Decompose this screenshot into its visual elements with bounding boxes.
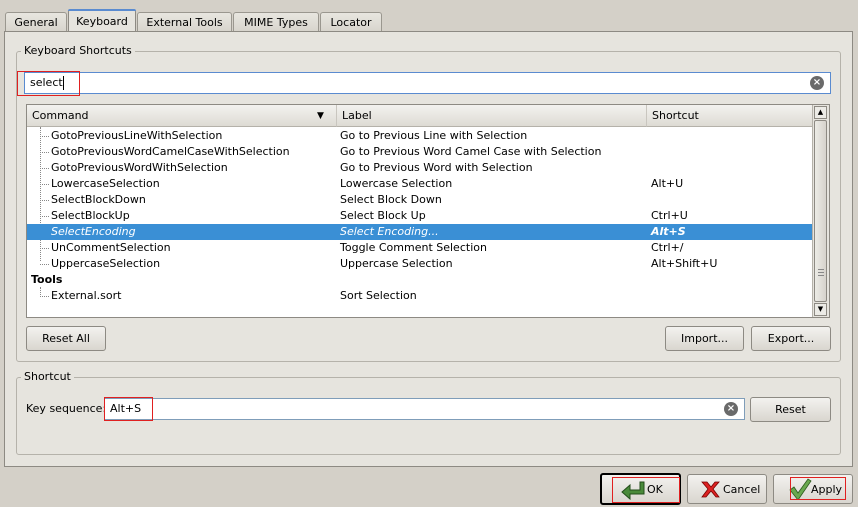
tree-branch (40, 136, 49, 137)
clear-icon[interactable]: × (810, 76, 824, 90)
table-row[interactable]: GotoPreviousLineWithSelection Go to Previ… (27, 128, 814, 144)
row-shortcut: Alt+S (651, 225, 686, 238)
reset-button[interactable]: Reset (750, 397, 831, 422)
row-command: GotoPreviousWordCamelCaseWithSelection (51, 145, 290, 158)
key-sequence-label: Key sequence: (26, 402, 107, 415)
column-header-label-text: Label (342, 109, 372, 122)
import-button[interactable]: Import... (665, 326, 744, 351)
table-row[interactable]: GotoPreviousWordCamelCaseWithSelection Go… (27, 144, 814, 160)
ok-button[interactable]: OK (600, 473, 681, 505)
row-label: Sort Selection (340, 289, 417, 302)
row-command: GotoPreviousWordWithSelection (51, 161, 228, 174)
row-label: Toggle Comment Selection (340, 241, 487, 254)
row-label: Select Block Down (340, 193, 442, 206)
tab-mime-types[interactable]: MIME Types (233, 12, 319, 31)
row-command: UppercaseSelection (51, 257, 161, 270)
row-command: SelectBlockDown (51, 193, 146, 206)
category-label: Tools (31, 273, 63, 286)
row-label: Uppercase Selection (340, 257, 453, 270)
row-label: Go to Previous Line with Selection (340, 129, 528, 142)
row-command: UnCommentSelection (51, 241, 171, 254)
checkmark-icon (789, 478, 812, 500)
apply-button[interactable]: Apply (773, 474, 853, 504)
thumb-grip (818, 272, 824, 273)
row-command: LowercaseSelection (51, 177, 160, 190)
tab-locator-label: Locator (330, 16, 372, 29)
tree-branch (40, 248, 49, 249)
filter-input-value: select (30, 76, 63, 89)
ok-button-label: OK (647, 483, 663, 496)
filter-input[interactable]: select × (24, 72, 831, 94)
tree-branch (40, 264, 49, 265)
chevron-down-icon: ▼ (317, 111, 324, 121)
row-shortcut: Ctrl+/ (651, 241, 684, 254)
apply-button-label: Apply (811, 483, 843, 496)
row-command: External.sort (51, 289, 122, 302)
tree-branch (40, 152, 49, 153)
row-shortcut: Ctrl+U (651, 209, 688, 222)
cancel-button[interactable]: Cancel (687, 474, 767, 504)
key-sequence-value: Alt+S (110, 402, 142, 415)
key-sequence-input[interactable]: Alt+S × (104, 398, 745, 420)
tree-branch (40, 200, 49, 201)
clear-icon[interactable]: × (724, 402, 738, 416)
vertical-scrollbar[interactable]: ▲ ▼ (812, 105, 829, 317)
row-shortcut: Alt+Shift+U (651, 257, 718, 270)
export-button[interactable]: Export... (751, 326, 831, 351)
tree-branch (40, 168, 49, 169)
tree-category-tools[interactable]: Tools (27, 272, 814, 288)
reset-all-button[interactable]: Reset All (26, 326, 106, 351)
row-command: GotoPreviousLineWithSelection (51, 129, 223, 142)
column-header-label[interactable]: Label (337, 105, 647, 127)
row-shortcut: Alt+U (651, 177, 684, 190)
tree-branch (40, 184, 49, 185)
row-label: Go to Previous Word with Selection (340, 161, 533, 174)
column-header-command[interactable]: Command ▼ (27, 105, 337, 127)
table-row[interactable]: UppercaseSelection Uppercase Selection Alt… (27, 256, 814, 272)
column-header-shortcut-text: Shortcut (652, 109, 699, 122)
row-label: Select Block Up (340, 209, 426, 222)
table-row[interactable]: SelectEncoding Select Encoding... Alt+S (27, 224, 814, 240)
row-label: Lowercase Selection (340, 177, 453, 190)
cancel-x-icon (701, 481, 720, 498)
column-header-command-label: Command (32, 109, 89, 122)
scroll-down-icon[interactable]: ▼ (814, 303, 827, 316)
shortcuts-tree[interactable]: Command ▼ Label Shortcut GotoPreviousLin… (26, 104, 830, 318)
keyboard-shortcuts-title: Keyboard Shortcuts (21, 44, 135, 57)
tab-mime-types-label: MIME Types (244, 16, 308, 29)
tab-general-label: General (14, 16, 58, 29)
scroll-up-icon[interactable]: ▲ (814, 106, 827, 119)
tab-external-tools-label: External Tools (146, 16, 223, 29)
table-row[interactable]: SelectBlockUp Select Block Up Ctrl+U (27, 208, 814, 224)
tab-external-tools[interactable]: External Tools (137, 12, 232, 31)
row-label: Go to Previous Word Camel Case with Sele… (340, 145, 602, 158)
row-label: Select Encoding... (340, 225, 439, 238)
tab-keyboard[interactable]: Keyboard (68, 9, 136, 32)
table-row[interactable]: UnCommentSelection Toggle Comment Selecti… (27, 240, 814, 256)
tab-keyboard-label: Keyboard (76, 15, 128, 28)
shortcut-group-title: Shortcut (21, 370, 74, 383)
row-command: SelectEncoding (51, 225, 136, 238)
table-row[interactable]: SelectBlockDown Select Block Down (27, 192, 814, 208)
table-row[interactable]: LowercaseSelection Lowercase Selection Alt… (27, 176, 814, 192)
table-row[interactable]: External.sort Sort Selection (27, 288, 814, 304)
text-cursor (63, 76, 64, 90)
tree-branch (40, 216, 49, 217)
thumb-grip (818, 275, 824, 276)
tree-branch (40, 296, 49, 297)
thumb-grip (818, 269, 824, 270)
row-command: SelectBlockUp (51, 209, 130, 222)
cancel-button-label: Cancel (723, 483, 761, 496)
scrollbar-thumb[interactable] (814, 120, 827, 302)
column-header-shortcut[interactable]: Shortcut (647, 105, 815, 127)
table-row[interactable]: GotoPreviousWordWithSelection Go to Previ… (27, 160, 814, 176)
return-arrow-icon (621, 481, 645, 500)
tab-locator[interactable]: Locator (320, 12, 382, 31)
tab-general[interactable]: General (5, 12, 67, 31)
